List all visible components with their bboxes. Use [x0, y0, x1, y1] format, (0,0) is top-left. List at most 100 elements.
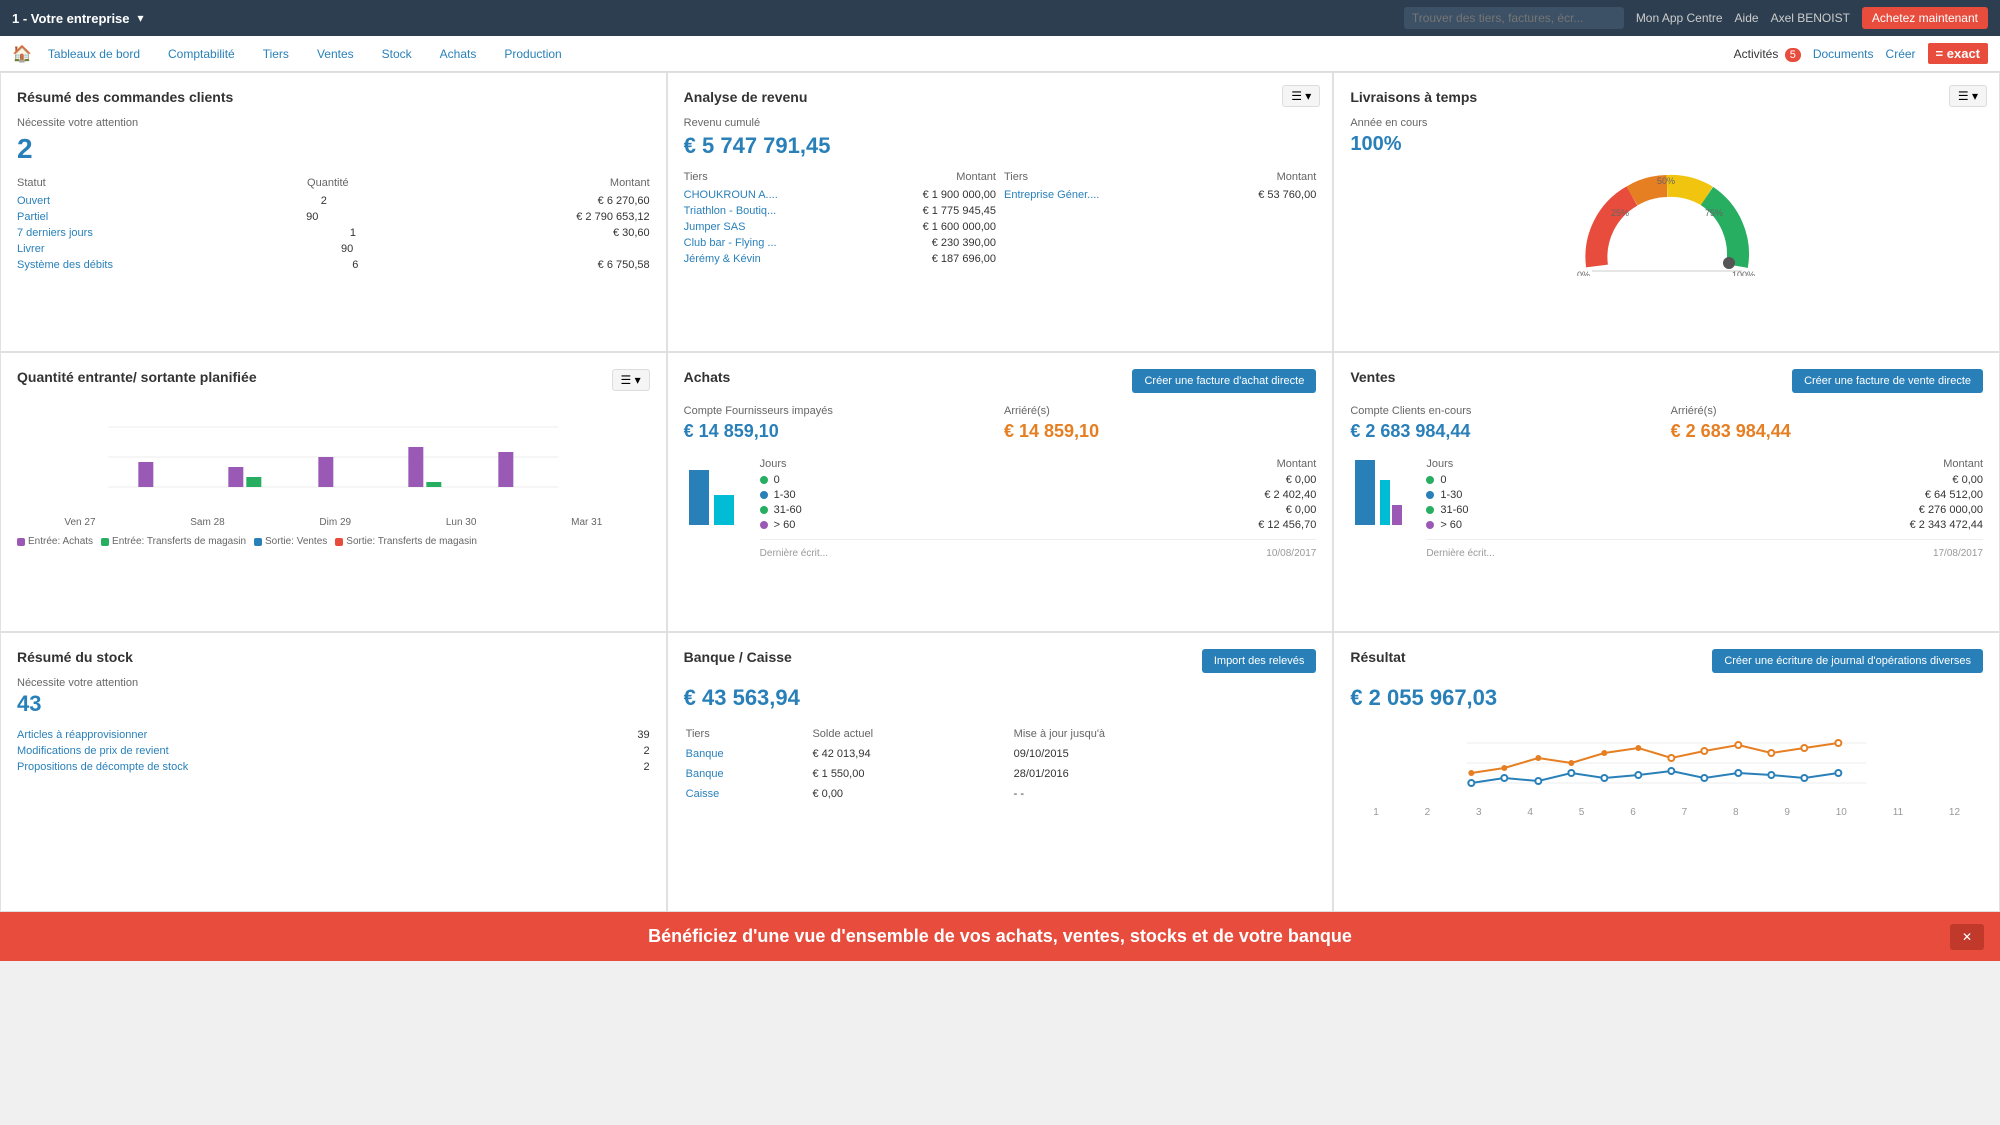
- banque-total: € 43 563,94: [684, 685, 1317, 711]
- card-banque: Banque / Caisse Import des relevés € 43 …: [667, 632, 1334, 912]
- quantite-menu-btn[interactable]: ☰ ▾: [612, 369, 650, 391]
- nav-ventes[interactable]: Ventes: [305, 39, 366, 69]
- revenu-table: Tiers Montant CHOUKROUN A.... € 1 900 00…: [684, 171, 1317, 269]
- legend-dot: [17, 538, 25, 546]
- dot-row: > 60 € 12 456,70: [760, 519, 1317, 531]
- dot-row: 1-30 € 64 512,00: [1426, 489, 1983, 501]
- commandes-table: Statut Quantité Montant Ouvert 2 € 6 270…: [17, 177, 650, 271]
- ventes-header: Ventes Créer une facture de vente direct…: [1350, 369, 1983, 397]
- bar-chart-svg: [17, 407, 650, 507]
- achats-amounts: Compte Fournisseurs impayés € 14 859,10 …: [684, 405, 1317, 442]
- card-quantite: Quantité entrante/ sortante planifiée ☰ …: [0, 352, 667, 632]
- aide-link[interactable]: Aide: [1735, 11, 1759, 25]
- card-revenu-title: Analyse de revenu: [684, 89, 1317, 105]
- table-row: Banque € 42 013,94 09/10/2015: [686, 745, 1315, 763]
- table-row: Système des débits 6 € 6 750,58: [17, 259, 650, 271]
- brand-label[interactable]: 1 - Votre entreprise: [12, 11, 130, 26]
- dot-table-header: Jours Montant: [760, 458, 1317, 470]
- resultat-amount: € 2 055 967,03: [1350, 685, 1983, 711]
- achats-arrieres-amount: € 14 859,10: [1004, 421, 1316, 442]
- resultat-line-svg: [1350, 723, 1983, 803]
- promo-close-btn[interactable]: ✕: [1950, 924, 1984, 950]
- nav-tiers[interactable]: Tiers: [251, 39, 301, 69]
- svg-text:50%: 50%: [1657, 176, 1675, 186]
- achats-compte-label: Compte Fournisseurs impayés: [684, 405, 996, 417]
- promo-text: Bénéficiez d'une vue d'ensemble de vos a…: [648, 926, 1352, 946]
- search-input[interactable]: [1404, 7, 1624, 29]
- home-icon[interactable]: 🏠: [12, 44, 32, 64]
- bar-chart-area: [17, 407, 650, 507]
- documents-link[interactable]: Documents: [1813, 47, 1874, 61]
- revenu-right: Tiers Montant Entreprise Géner.... € 53 …: [1004, 171, 1316, 269]
- card-achats: Achats Créer une facture d'achat directe…: [667, 352, 1334, 632]
- card-stock: Résumé du stock Nécessite votre attentio…: [0, 632, 667, 912]
- banque-col-solde: Solde actuel: [812, 725, 1011, 743]
- card-livraisons: ☰ ▾ Livraisons à temps Année en cours 10…: [1333, 72, 2000, 352]
- svg-text:100%: 100%: [1732, 270, 1755, 276]
- table-row: Entreprise Géner.... € 53 760,00: [1004, 189, 1316, 201]
- ventes-bar-chart: [1350, 450, 1410, 559]
- nav-comptabilite[interactable]: Comptabilité: [156, 39, 247, 69]
- attention-count[interactable]: 2: [17, 133, 650, 165]
- promo-banner: Bénéficiez d'une vue d'ensemble de vos a…: [0, 912, 2000, 961]
- legend-dot: [101, 538, 109, 546]
- attention-label: Nécessite votre attention: [17, 117, 650, 129]
- banque-import-btn[interactable]: Import des relevés: [1202, 649, 1316, 673]
- chart-day-labels: Ven 27 Sam 28 Dim 29 Lun 30 Mar 31: [17, 517, 650, 528]
- activities-link[interactable]: Activités 5: [1734, 47, 1801, 61]
- legend-item: Entrée: Transferts de magasin: [101, 536, 246, 547]
- revenu-menu-btn[interactable]: ☰ ▾: [1282, 85, 1320, 107]
- ventes-arrieres: Arriéré(s) € 2 683 984,44: [1671, 405, 1983, 442]
- app-centre-link[interactable]: Mon App Centre: [1636, 11, 1723, 25]
- ventes-create-btn[interactable]: Créer une facture de vente directe: [1792, 369, 1983, 393]
- stock-rows: Articles à réapprovisionner 39 Modificat…: [17, 729, 650, 773]
- table-row: Modifications de prix de revient 2: [17, 745, 650, 757]
- ventes-amounts: Compte Clients en-cours € 2 683 984,44 A…: [1350, 405, 1983, 442]
- achats-bar-svg: [684, 450, 744, 530]
- nav-left: 🏠 Tableaux de bord Comptabilité Tiers Ve…: [12, 39, 574, 69]
- achats-arrieres-label: Arriéré(s): [1004, 405, 1316, 417]
- dot-row: 0 € 0,00: [1426, 474, 1983, 486]
- card-quantite-title: Quantité entrante/ sortante planifiée: [17, 369, 257, 385]
- card-revenu: ☰ ▾ Analyse de revenu Revenu cumulé € 5 …: [667, 72, 1334, 352]
- revenu-left-header: Tiers Montant: [684, 171, 996, 183]
- achats-compte-amount: € 14 859,10: [684, 421, 996, 442]
- legend-item: Sortie: Transferts de magasin: [335, 536, 477, 547]
- dot-table-header: Jours Montant: [1426, 458, 1983, 470]
- nav-stock[interactable]: Stock: [370, 39, 424, 69]
- card-resultat: Résultat Créer une écriture de journal d…: [1333, 632, 2000, 912]
- stock-count[interactable]: 43: [17, 691, 650, 717]
- ventes-arrieres-amount: € 2 683 984,44: [1671, 421, 1983, 442]
- legend-item: Entrée: Achats: [17, 536, 93, 547]
- commandes-header: Statut Quantité Montant: [17, 177, 650, 189]
- create-link[interactable]: Créer: [1886, 47, 1916, 61]
- stock-attention-label: Nécessite votre attention: [17, 677, 650, 689]
- top-bar-left: 1 - Votre entreprise ▾: [12, 11, 144, 26]
- card-commandes: Résumé des commandes clients Nécessite v…: [0, 72, 667, 352]
- top-bar-right: Mon App Centre Aide Axel BENOIST Achetez…: [1404, 7, 1988, 29]
- legend-dot: [335, 538, 343, 546]
- dot-row: 0 € 0,00: [760, 474, 1317, 486]
- buy-now-button[interactable]: Achetez maintenant: [1862, 7, 1988, 29]
- nav-production[interactable]: Production: [492, 39, 573, 69]
- card-banque-title: Banque / Caisse: [684, 649, 792, 665]
- nav-achats[interactable]: Achats: [428, 39, 489, 69]
- dot-row: 1-30 € 2 402,40: [760, 489, 1317, 501]
- livraisons-menu-btn[interactable]: ☰ ▾: [1949, 85, 1987, 107]
- achats-chart-section: Jours Montant 0 € 0,00 1-30 € 2 402,40 3…: [684, 450, 1317, 559]
- card-commandes-title: Résumé des commandes clients: [17, 89, 650, 105]
- card-livraisons-title: Livraisons à temps: [1350, 89, 1983, 105]
- exact-logo: = exact: [1928, 43, 1988, 64]
- revenu-left: Tiers Montant CHOUKROUN A.... € 1 900 00…: [684, 171, 996, 269]
- gauge-chart: 0% 50% 100% 25% 75%: [1567, 166, 1767, 276]
- card-ventes: Ventes Créer une facture de vente direct…: [1333, 352, 2000, 632]
- resultat-create-btn[interactable]: Créer une écriture de journal d'opératio…: [1712, 649, 1983, 673]
- nav-tableaux[interactable]: Tableaux de bord: [36, 39, 152, 69]
- achats-create-btn[interactable]: Créer une facture d'achat directe: [1132, 369, 1316, 393]
- svg-text:0%: 0%: [1577, 270, 1590, 276]
- resultat-month-labels: 123 456 789 101112: [1350, 807, 1983, 818]
- table-row: Propositions de décompte de stock 2: [17, 761, 650, 773]
- card-ventes-title: Ventes: [1350, 369, 1395, 385]
- ventes-arrieres-label: Arriéré(s): [1671, 405, 1983, 417]
- legend-item: Sortie: Ventes: [254, 536, 327, 547]
